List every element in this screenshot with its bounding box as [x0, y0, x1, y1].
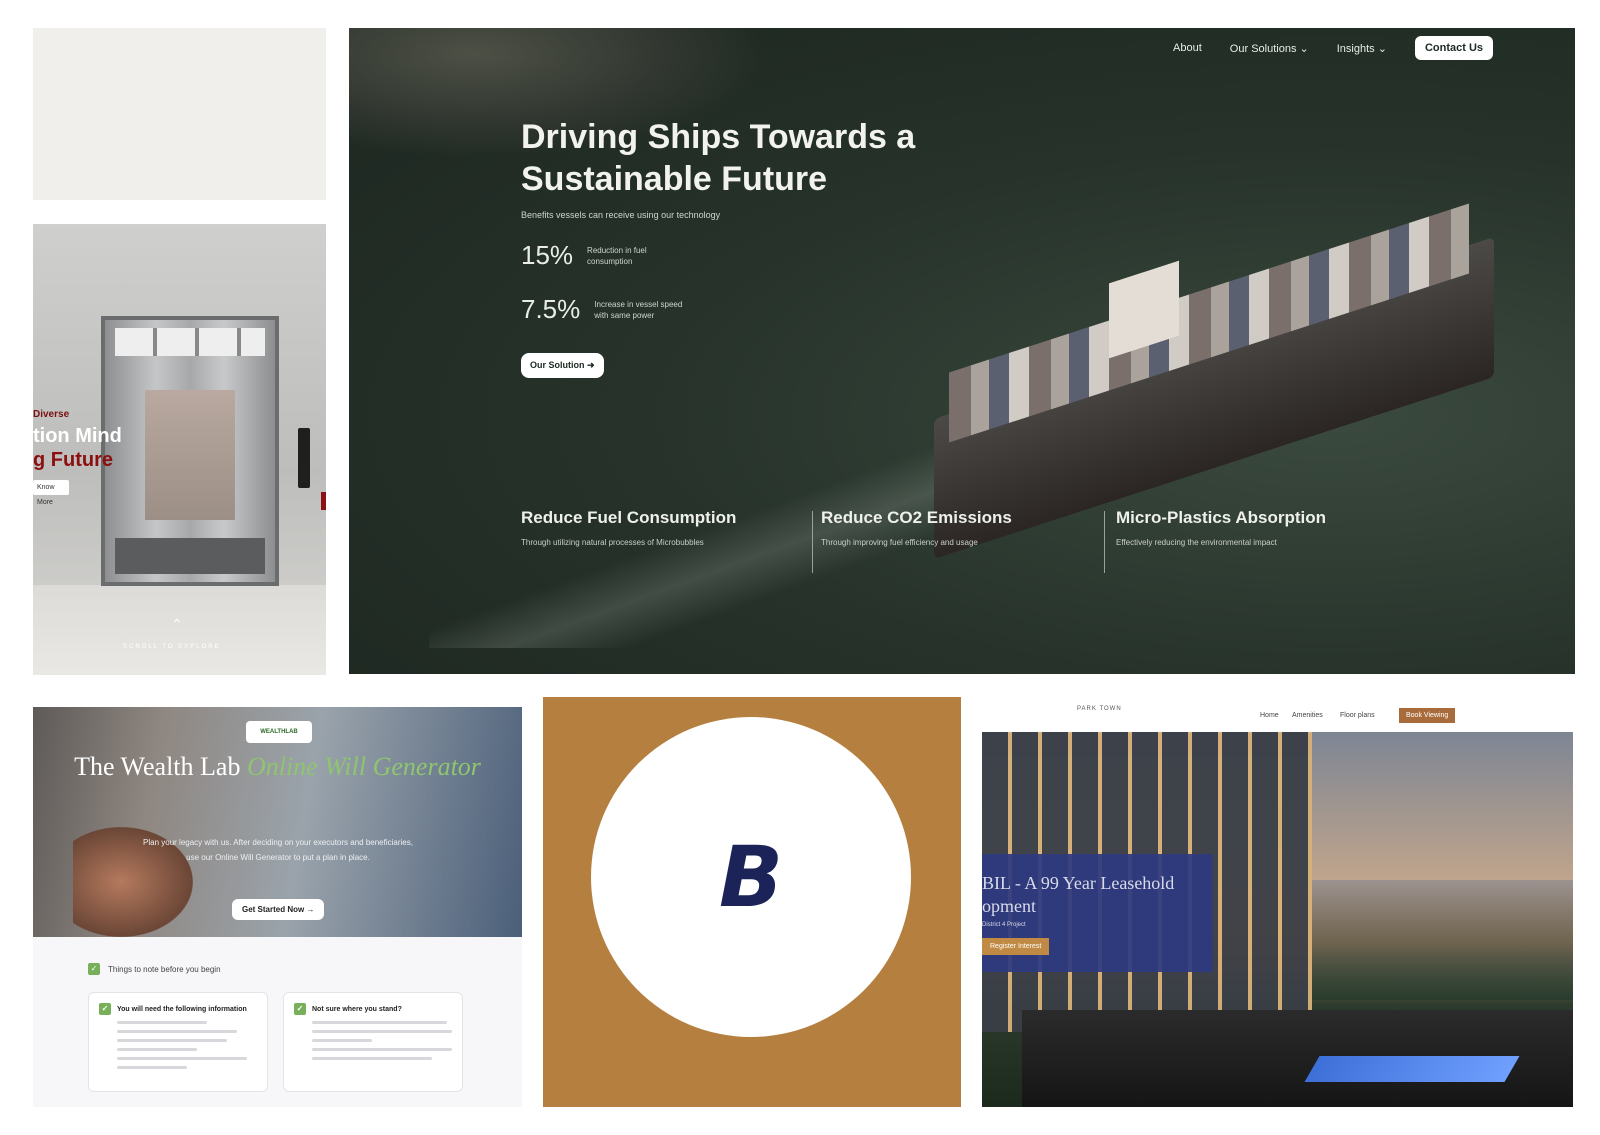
feature-divider	[812, 511, 813, 573]
hero-subtitle: District 4 Project	[982, 922, 1026, 928]
will-generator-thumbnail[interactable]: WEALTHLAB The Wealth Lab Online Will Gen…	[33, 707, 522, 1107]
b-logo-mark: B	[718, 828, 784, 926]
feature-title: Reduce Fuel Consumption	[521, 508, 737, 527]
info-card: ✓ You will need the following information	[88, 992, 268, 1092]
brand-logo-thumbnail[interactable]: B	[543, 697, 961, 1107]
hero-kicker: Diverse	[33, 409, 70, 420]
book-viewing-button[interactable]: Book Viewing	[1399, 708, 1456, 723]
chevron-up-icon[interactable]: ⌃	[171, 616, 183, 633]
feature-desc: Effectively reducing the environmental i…	[1116, 538, 1277, 547]
elevator-site-thumbnail[interactable]: Diverse tion Mind g Future Know More ⌃ S…	[33, 224, 326, 675]
nav-item-amenities[interactable]: Amenities	[1292, 712, 1323, 719]
hero-heading: tion Mind g Future	[33, 424, 122, 472]
elevator-ceiling	[115, 328, 265, 356]
get-started-button[interactable]: Get Started Now →	[232, 899, 325, 920]
feature-co2: Reduce CO2 Emissions Through improving f…	[821, 508, 1012, 547]
chevron-down-icon: ⌄	[1299, 42, 1309, 55]
register-interest-button[interactable]: Register Interest	[982, 938, 1050, 955]
nav-item-insights[interactable]: Insights ⌄	[1337, 42, 1387, 55]
feature-divider	[1104, 511, 1105, 573]
feature-microplastics: Micro-Plastics Absorption Effectively re…	[1116, 508, 1326, 547]
check-icon: ✓	[88, 963, 100, 975]
feature-fuel: Reduce Fuel Consumption Through utilizin…	[521, 508, 736, 547]
elevator-interior	[145, 390, 235, 520]
stat-value: 7.5%	[521, 294, 581, 324]
notes-heading: ✓ Things to note before you begin	[88, 963, 221, 975]
contact-us-button[interactable]: Contact Us	[1414, 36, 1493, 60]
hero-info-box: BIL - A 99 Year Leasehold opment Distric…	[982, 854, 1213, 972]
stat-label: Reduction in fuel consumption	[587, 245, 647, 266]
blank-thumbnail	[33, 28, 326, 200]
check-icon: ✓	[294, 1003, 306, 1015]
stat-value: 15%	[521, 240, 574, 270]
stat-fuel: 15% Reduction in fuel consumption	[521, 240, 677, 271]
call-panel	[298, 428, 310, 488]
info-card: ✓ Not sure where you stand?	[283, 992, 463, 1092]
hero-heading-line-2: g Future	[33, 449, 113, 471]
elevator-cabin-image	[101, 316, 279, 586]
feature-title: Micro-Plastics Absorption	[1116, 508, 1327, 527]
feature-desc: Through utilizing natural processes of M…	[521, 538, 704, 547]
accent-bar	[321, 492, 326, 510]
pool-image	[1304, 1056, 1520, 1082]
our-solution-button[interactable]: Our Solution ➜	[521, 353, 604, 378]
feature-desc: Through improving fuel efficiency and us…	[821, 538, 978, 547]
nav-item-home[interactable]: Home	[1260, 712, 1279, 719]
header-bar: PARK TOWN Home Amenities Floor plans Boo…	[982, 700, 1573, 732]
hero-title: The Wealth Lab Online Will Generator	[74, 752, 481, 781]
nav-item-solutions[interactable]: Our Solutions ⌄	[1230, 42, 1309, 55]
top-nav: About Our Solutions ⌄ Insights ⌄ Contact…	[1173, 36, 1493, 60]
wealthlab-logo: WEALTHLAB	[246, 721, 312, 743]
hero-subtitle: Benefits vessels can receive using our t…	[521, 210, 721, 220]
arrow-right-icon: ➜	[587, 360, 595, 370]
hero-heading-line-1: tion Mind	[33, 425, 122, 447]
nav-item-about[interactable]: About	[1173, 42, 1202, 54]
stat-label: Increase in vessel speed with same power	[594, 299, 683, 320]
nav-item-floor-plans[interactable]: Floor plans	[1340, 712, 1375, 719]
feature-title: Reduce CO2 Emissions	[821, 508, 1012, 527]
elevator-sill	[115, 538, 265, 574]
scroll-hint: SCROLL TO EXPLORE	[123, 644, 221, 650]
site-logo: PARK TOWN	[1077, 706, 1122, 712]
condo-site-thumbnail[interactable]: PARK TOWN Home Amenities Floor plans Boo…	[982, 700, 1573, 1107]
know-more-button[interactable]: Know More	[33, 480, 69, 506]
logo-circle: B	[591, 717, 911, 1037]
hero-heading: BIL - A 99 Year Leasehold opment	[982, 873, 1175, 916]
hero-description: Plan your legacy with us. After deciding…	[143, 838, 413, 862]
ship-site-thumbnail[interactable]: About Our Solutions ⌄ Insights ⌄ Contact…	[349, 28, 1575, 674]
stat-speed: 7.5% Increase in vessel speed with same …	[521, 294, 684, 325]
chevron-down-icon: ⌄	[1377, 42, 1387, 55]
check-icon: ✓	[99, 1003, 111, 1015]
skyline-image	[1312, 880, 1573, 1000]
hero-headline: Driving Ships Towards a Sustainable Futu…	[521, 118, 916, 198]
